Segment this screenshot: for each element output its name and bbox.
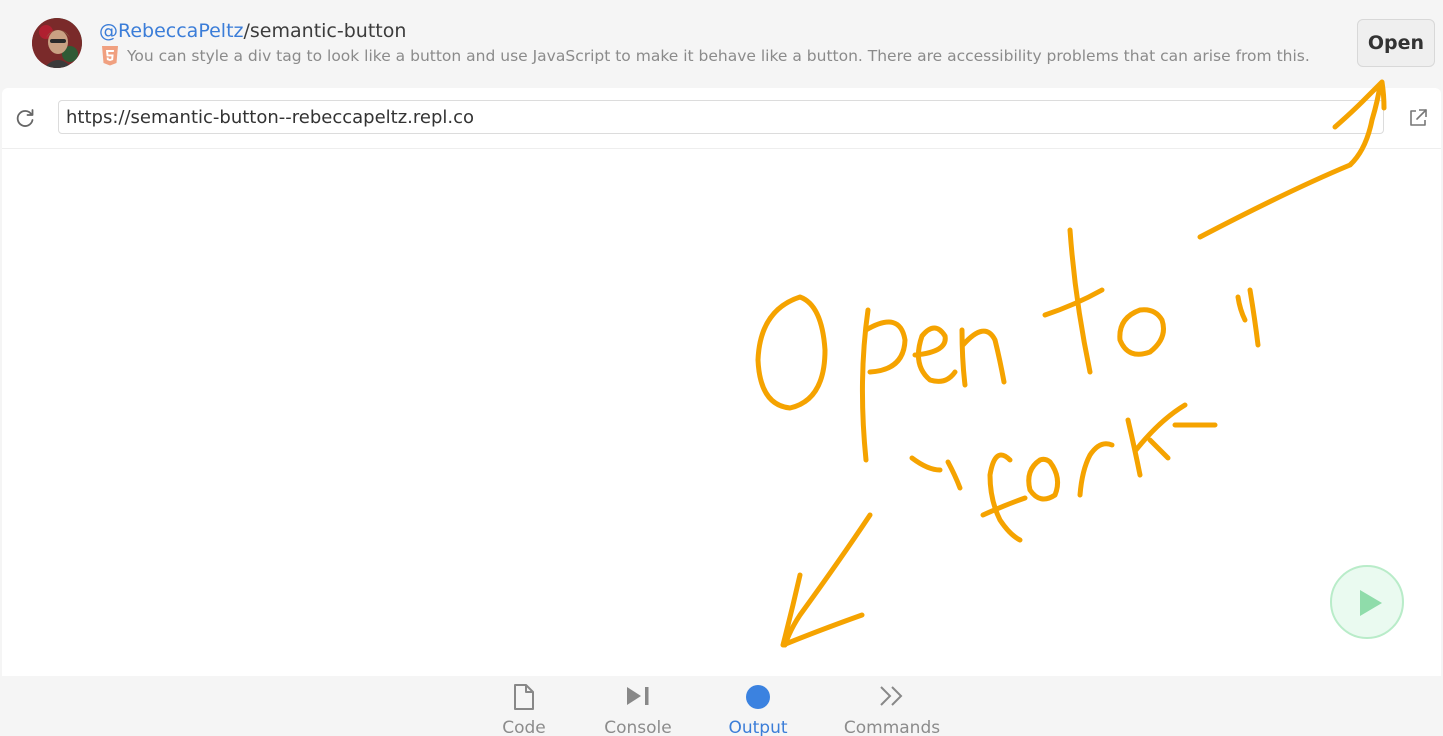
file-icon [514, 684, 534, 710]
url-bar [2, 88, 1441, 149]
open-button[interactable]: Open [1357, 19, 1435, 67]
open-in-new-tab-icon[interactable] [1407, 107, 1429, 129]
tab-console[interactable]: Console [593, 676, 683, 736]
play-icon [1360, 590, 1382, 616]
tab-output[interactable]: Output [718, 676, 798, 736]
output-dot-icon [746, 685, 770, 709]
tab-output-label: Output [728, 718, 788, 736]
avatar[interactable] [32, 18, 82, 68]
tab-code-label: Code [502, 718, 546, 736]
repl-description-row: You can style a div tag to look like a b… [101, 46, 1310, 66]
tab-code[interactable]: Code [484, 676, 564, 736]
url-input[interactable] [58, 100, 1384, 134]
bottom-tab-bar: Code Console Output Commands [0, 676, 1443, 736]
tab-commands[interactable]: Commands [842, 676, 942, 736]
chevrons-icon [880, 686, 903, 706]
repl-description: You can style a div tag to look like a b… [127, 47, 1310, 65]
html5-icon [102, 46, 118, 66]
reload-icon[interactable] [14, 107, 36, 129]
play-console-icon [627, 687, 649, 705]
tab-commands-label: Commands [843, 718, 941, 736]
repl-title: @RebeccaPeltz/semantic-button [99, 20, 406, 42]
tab-console-label: Console [604, 718, 672, 736]
output-webview [2, 88, 1441, 676]
repl-name: semantic-button [249, 20, 407, 42]
run-button[interactable] [1330, 565, 1404, 639]
repl-embed-frame: @RebeccaPeltz/semantic-button You can st… [0, 0, 1443, 736]
repl-header: @RebeccaPeltz/semantic-button You can st… [0, 0, 1443, 88]
owner-link[interactable]: @RebeccaPeltz [99, 20, 244, 42]
